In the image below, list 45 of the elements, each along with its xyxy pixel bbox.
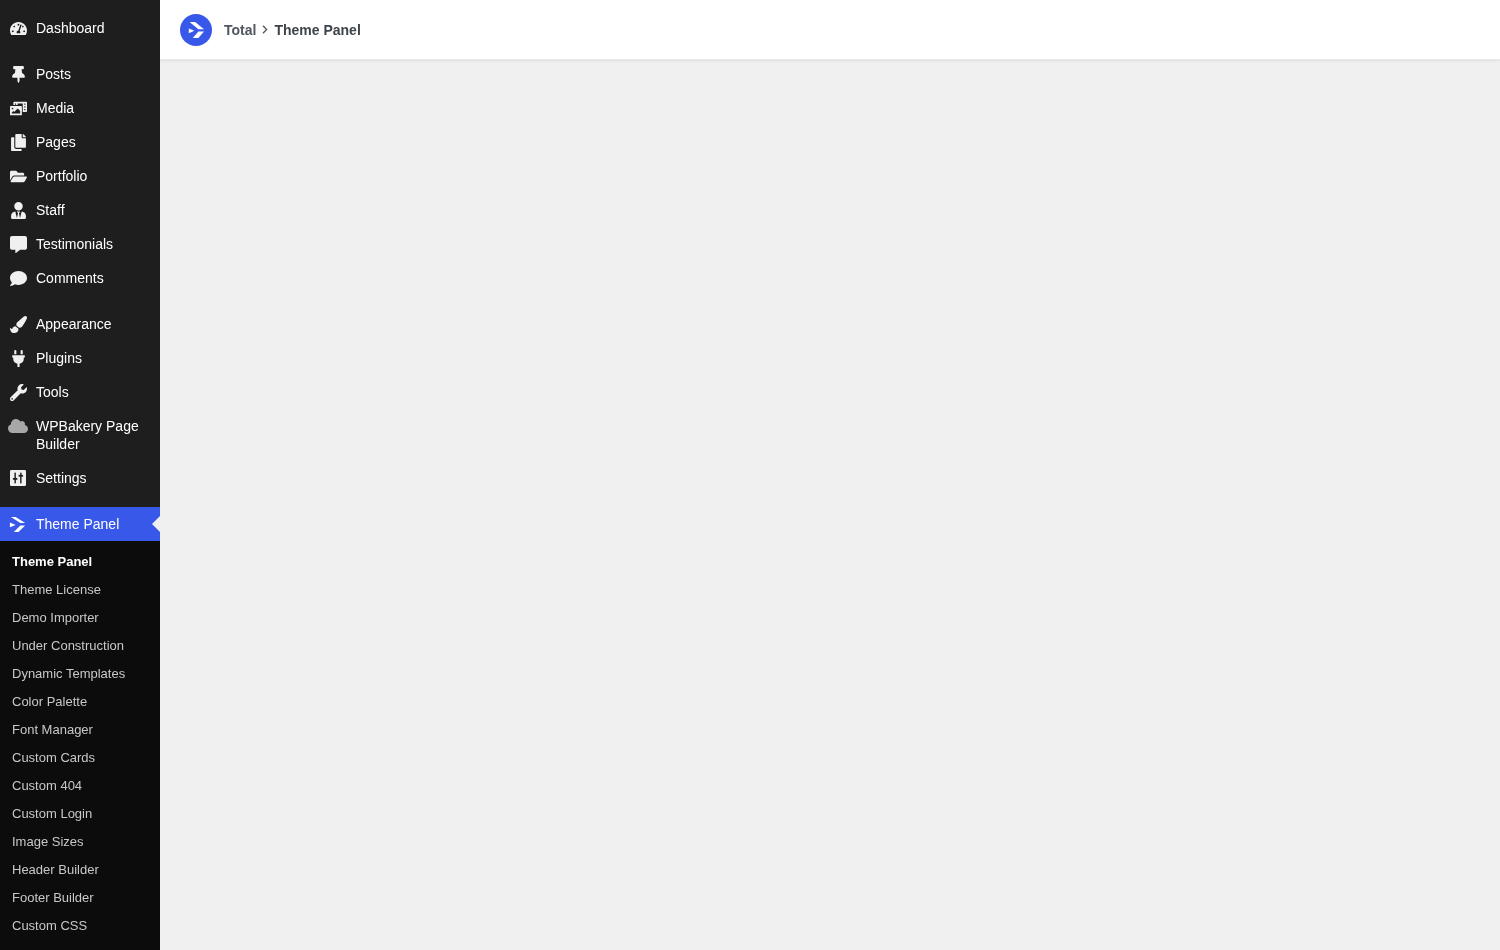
submenu-item[interactable]: Under Construction [0,632,160,660]
message-icon [9,235,27,253]
menu-item[interactable]: Staff [0,193,160,227]
submenu-item[interactable]: Font Manager [0,716,160,744]
photo-video-icon [9,99,27,117]
cloud-icon [8,416,28,436]
submenu-item[interactable]: Custom Cards [0,744,160,772]
speech-bubble-icon [9,269,27,287]
pushpin-icon [9,65,27,83]
menu-item[interactable]: Tools [0,375,160,409]
gauge-icon [9,19,27,37]
menu-item[interactable]: Theme Panel [0,507,160,541]
menu-item[interactable]: Comments [0,261,160,295]
breadcrumb-current: Theme Panel [274,21,361,38]
submenu-item[interactable]: Theme Panel [0,548,160,576]
submenu-item[interactable]: Footer Builder [0,884,160,912]
submenu-item[interactable]: Color Palette [0,688,160,716]
menu-item[interactable]: Dashboard [0,11,160,45]
logo-icon [8,514,28,534]
menu-item[interactable]: Media [0,91,160,125]
submenu-item[interactable]: Demo Importer [0,604,160,632]
menu-item[interactable]: Plugins [0,341,160,375]
submenu-item[interactable]: Theme License [0,576,160,604]
menu-item[interactable]: Portfolio [0,159,160,193]
menu-item[interactable]: Pages [0,125,160,159]
submenu-item[interactable]: Dynamic Templates [0,660,160,688]
person-icon [9,201,27,219]
menu-item[interactable]: Appearance [0,307,160,341]
wrench-icon [9,383,27,401]
logo-icon [180,13,212,46]
submenu-item[interactable]: Header Builder [0,856,160,884]
menu-item[interactable]: Testimonials [0,227,160,261]
submenu-item[interactable]: Custom 404 [0,772,160,800]
submenu-item[interactable]: Custom CSS [0,912,160,940]
menu-item[interactable]: Settings [0,461,160,495]
breadcrumb-link[interactable]: Total [224,21,257,38]
submenu-item[interactable]: Custom Login [0,800,160,828]
submenu-item[interactable]: Image Sizes [0,828,160,856]
plug-icon [9,349,27,367]
documents-icon [9,133,27,151]
sliders-icon [10,470,26,486]
menu-item[interactable]: WPBakery Page Builder [0,409,160,461]
paintbrush-icon [9,315,27,333]
menu-item[interactable]: Posts [0,57,160,91]
chevron-icon [262,25,269,34]
